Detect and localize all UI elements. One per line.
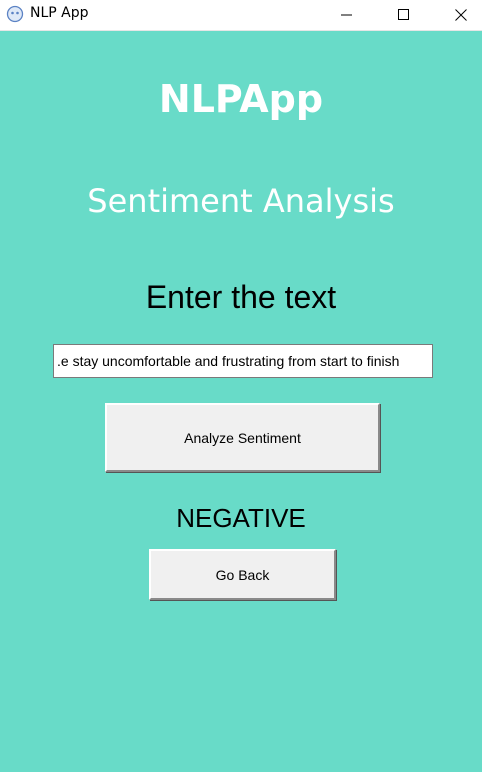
maximize-icon [398,9,409,20]
main-panel: NLPApp Sentiment Analysis Enter the text… [0,31,482,772]
maximize-button[interactable] [381,0,427,30]
close-icon [455,9,467,21]
minimize-button[interactable] [324,0,370,30]
go-back-button[interactable]: Go Back [149,549,336,600]
app-heading: NLPApp [158,77,324,121]
enter-text-label: Enter the text [145,279,337,315]
minimize-icon [341,14,352,16]
window-title: NLP App [30,5,89,21]
sentiment-result: NEGATIVE [176,503,306,533]
page-subtitle: Sentiment Analysis [87,182,395,220]
text-input[interactable] [53,344,433,378]
analyze-sentiment-button[interactable]: Analyze Sentiment [105,403,380,472]
title-bar: NLP App [0,0,482,31]
app-icon [6,5,24,23]
close-button[interactable] [438,0,482,30]
